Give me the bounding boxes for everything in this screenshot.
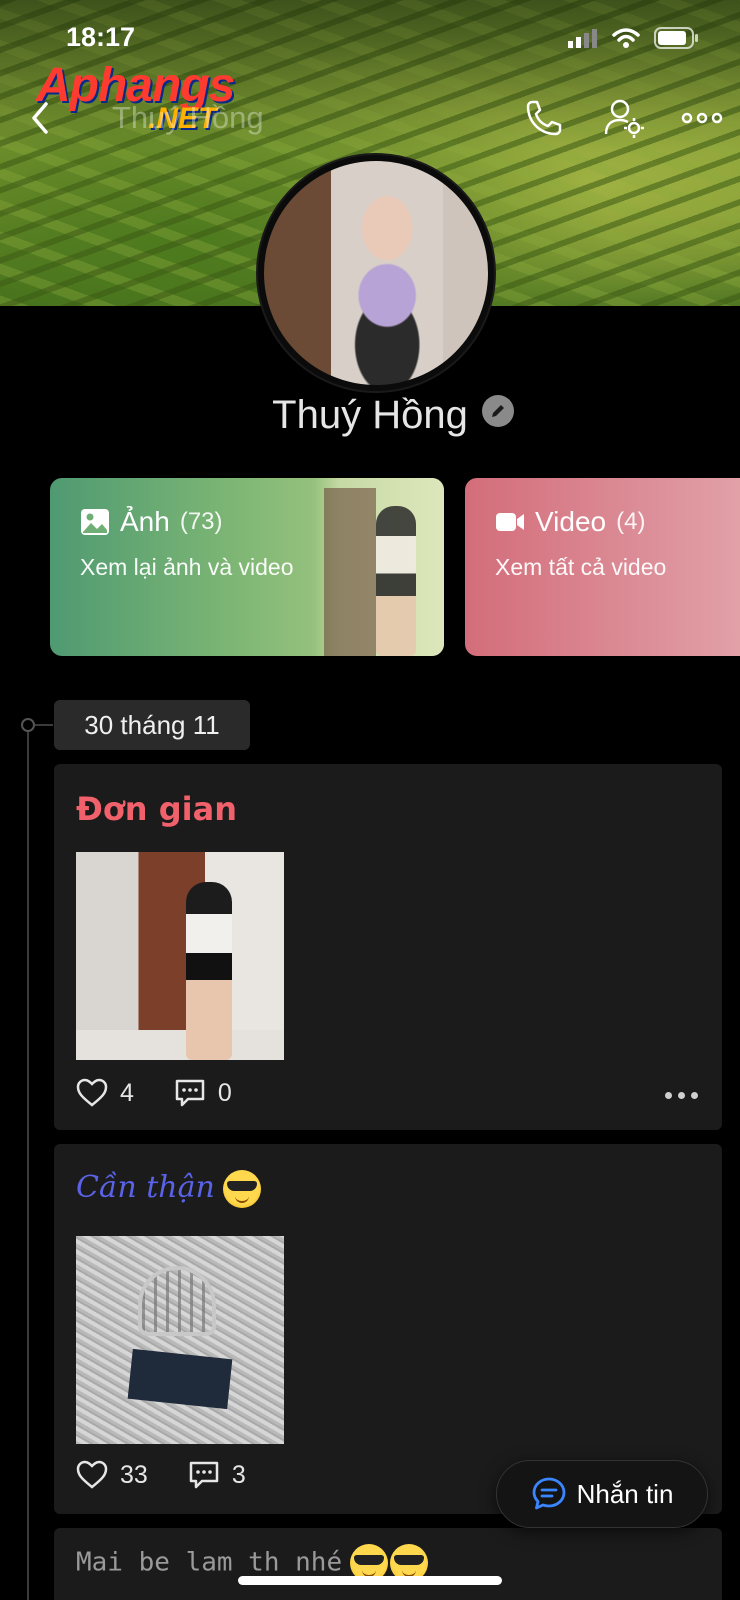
home-indicator[interactable] <box>238 1576 502 1585</box>
videos-card[interactable]: Video (4) Xem tất cả video <box>465 478 740 656</box>
pencil-icon <box>492 405 504 417</box>
status-time: 18:17 <box>66 22 136 52</box>
photos-card[interactable]: Ảnh (73) Xem lại ảnh và video <box>50 478 444 656</box>
photos-card-label: Ảnh <box>120 506 170 537</box>
post-more-button[interactable] <box>665 1092 698 1099</box>
photos-card-thumbnail <box>314 478 444 656</box>
header-title: Thuý Hồng <box>112 100 264 135</box>
back-icon[interactable] <box>26 96 56 140</box>
avatar[interactable] <box>258 155 494 391</box>
videos-card-label: Video <box>535 506 607 537</box>
profile-name: Thuý Hồng <box>272 393 468 437</box>
videos-card-count: (4) <box>616 508 646 535</box>
post-photo[interactable] <box>76 852 284 1060</box>
image-icon <box>81 509 109 535</box>
wifi-icon <box>612 28 640 48</box>
post-title: Đơn gian <box>76 790 237 828</box>
comment-button[interactable]: 3 <box>188 1460 246 1490</box>
user-settings-icon[interactable] <box>602 96 646 140</box>
comment-count: 0 <box>217 1078 232 1107</box>
post-card[interactable]: Mai be lam th nhé <box>54 1528 722 1600</box>
post-title: Mai be lam th nhé <box>76 1547 343 1578</box>
post-title: Cần thận <box>76 1170 215 1205</box>
phone-icon[interactable] <box>522 96 566 140</box>
like-button[interactable]: 33 <box>76 1460 148 1490</box>
like-count: 33 <box>120 1460 148 1489</box>
post-card[interactable]: Đơn gian <box>54 764 722 1130</box>
photo-card-prop <box>127 1348 233 1410</box>
comment-count: 3 <box>231 1460 246 1489</box>
heart-icon <box>76 1078 108 1107</box>
post-title-line: Cần thận <box>76 1170 261 1208</box>
message-button-label: Nhắn tin <box>576 1478 674 1509</box>
comment-icon <box>175 1079 205 1107</box>
like-count: 4 <box>120 1078 134 1107</box>
photos-card-count: (73) <box>179 508 223 535</box>
more-options-icon[interactable] <box>680 96 724 140</box>
photos-card-subtitle: Xem lại ảnh và video <box>80 554 294 580</box>
post-photo[interactable] <box>76 1236 284 1444</box>
timeline-dot <box>21 718 35 732</box>
status-icons <box>568 26 700 50</box>
heart-icon <box>76 1460 108 1489</box>
timeline-date: 30 tháng 11 <box>54 700 250 750</box>
post-actions: 4 0 <box>76 1078 232 1108</box>
chat-bubble-icon <box>532 1477 565 1510</box>
video-camera-icon <box>496 513 524 531</box>
videos-card-subtitle: Xem tất cả video <box>495 554 667 580</box>
like-button[interactable]: 4 <box>76 1078 134 1108</box>
post-actions: 33 3 <box>76 1460 246 1490</box>
cellular-signal-icon <box>568 29 597 48</box>
battery-icon <box>654 27 698 49</box>
timeline-line <box>27 726 29 1600</box>
comment-icon <box>189 1461 219 1489</box>
sunglasses-emoji-icon <box>222 1170 261 1208</box>
edit-name-button[interactable] <box>482 395 514 427</box>
comment-button[interactable]: 0 <box>174 1078 232 1108</box>
message-button[interactable]: Nhắn tin <box>496 1460 708 1528</box>
timeline-connector <box>35 724 53 726</box>
